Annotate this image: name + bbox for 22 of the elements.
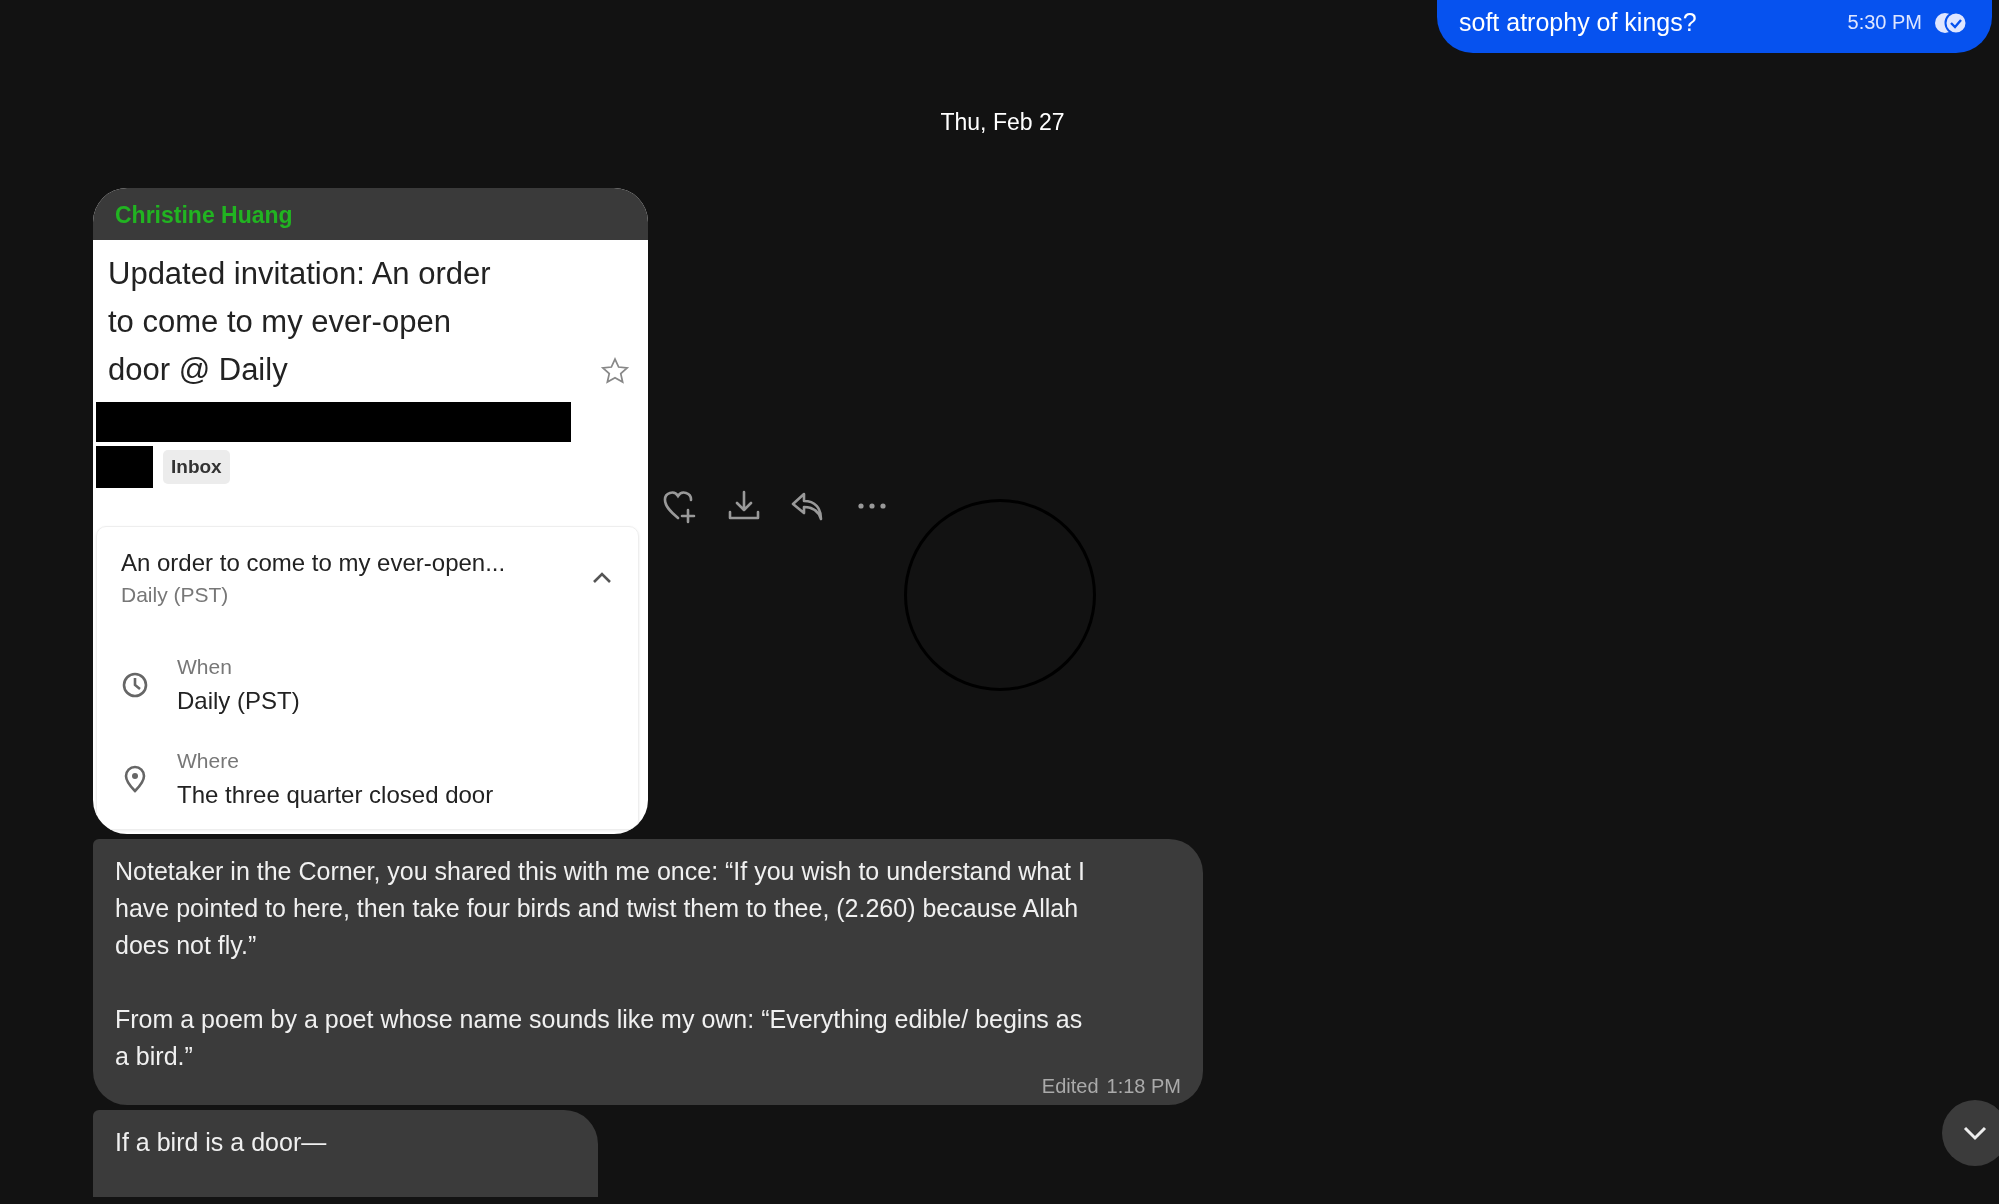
redaction-bar: [96, 446, 153, 488]
detail-value: The three quarter closed door: [177, 781, 494, 809]
detail-label: When: [177, 655, 233, 679]
heart-plus-icon[interactable]: [662, 488, 698, 524]
edited-label: Edited: [1041, 1075, 1099, 1097]
message-time: 1:18 PM: [1106, 1075, 1181, 1097]
message-text: If a bird is a door—: [115, 1127, 328, 1158]
chevron-down-icon: [1961, 1124, 1989, 1142]
detail-value: Daily (PST): [177, 687, 300, 715]
event-title: An order to come to my ever-open...: [121, 549, 506, 577]
message-text: From a poem by a poet whose name sounds like my own: “Everything edible/ begins as a bird.”: [115, 1004, 1084, 1072]
message-time: 5:30 PM: [1847, 11, 1922, 34]
sender-name: Christine Huang: [115, 202, 293, 228]
star-icon[interactable]: [600, 356, 630, 386]
message-text: Notetaker in the Corner, you shared this with me once: “If you wish to understand what I have pointed to here, then take four birds and twist them to thee, (2.260) because Allah does not fly.”: [115, 856, 1086, 961]
date-divider: Thu, Feb 27: [940, 109, 1065, 136]
inbox-label: Inbox: [163, 450, 230, 484]
event-schedule: Daily (PST): [121, 583, 230, 607]
message-text: soft atrophy of kings?: [1459, 8, 1698, 37]
detail-label: Where: [177, 749, 240, 773]
scroll-down-button[interactable]: [1942, 1100, 1999, 1166]
email-subject: Updated invitation: An order to come to my ever-open door @ Daily: [108, 255, 492, 389]
